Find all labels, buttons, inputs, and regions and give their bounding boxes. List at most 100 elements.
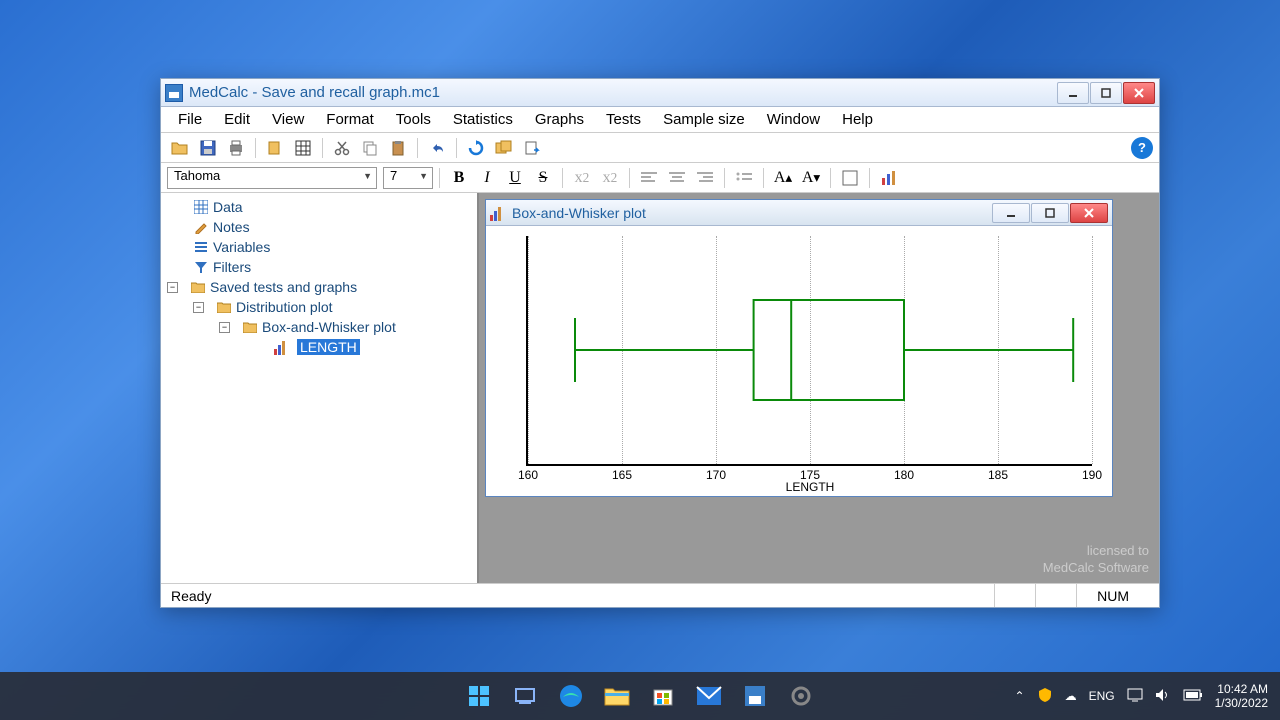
menubar: File Edit View Format Tools Statistics G… (161, 107, 1159, 133)
menu-view[interactable]: View (261, 108, 315, 131)
toolbar: ? (161, 133, 1159, 163)
child-title: Box-and-Whisker plot (512, 205, 992, 221)
taskview-icon[interactable] (505, 676, 545, 716)
cut-icon[interactable] (329, 136, 355, 160)
tree-distribution[interactable]: − Distribution plot (167, 297, 471, 317)
align-center-icon[interactable] (664, 166, 690, 190)
grid-icon (193, 199, 209, 215)
collapse-icon[interactable]: − (219, 322, 230, 333)
size-select[interactable]: 7 (383, 167, 433, 189)
security-icon[interactable] (1037, 687, 1053, 706)
font-select[interactable]: Tahoma (167, 167, 377, 189)
chart-tool-icon[interactable] (876, 166, 902, 190)
subscript-button[interactable]: x2 (569, 166, 595, 190)
export-icon[interactable] (519, 136, 545, 160)
chevron-up-icon[interactable]: ⌃ (1015, 689, 1025, 703)
list-icon[interactable] (731, 166, 757, 190)
explorer-icon[interactable] (597, 676, 637, 716)
edge-icon[interactable] (551, 676, 591, 716)
help-icon[interactable]: ? (1131, 137, 1153, 159)
funnel-icon (193, 259, 209, 275)
windows-icon[interactable] (491, 136, 517, 160)
align-right-icon[interactable] (692, 166, 718, 190)
align-left-icon[interactable] (636, 166, 662, 190)
collapse-icon[interactable]: − (167, 282, 178, 293)
tree-label: Filters (213, 259, 251, 275)
superscript-button[interactable]: x2 (597, 166, 623, 190)
close-button[interactable] (1123, 82, 1155, 104)
monitor-icon[interactable] (1127, 688, 1143, 705)
collapse-icon[interactable]: − (193, 302, 204, 313)
store-icon[interactable] (643, 676, 683, 716)
folder-icon (242, 319, 258, 335)
tree-boxwhisker[interactable]: − Box-and-Whisker plot (167, 317, 471, 337)
tree-filters[interactable]: Filters (167, 257, 471, 277)
menu-graphs[interactable]: Graphs (524, 108, 595, 131)
underline-button[interactable]: U (502, 166, 528, 190)
minimize-button[interactable] (1057, 82, 1089, 104)
volume-icon[interactable] (1155, 688, 1171, 705)
new-sheet-icon[interactable] (262, 136, 288, 160)
medcalc-icon[interactable] (735, 676, 775, 716)
menu-edit[interactable]: Edit (213, 108, 261, 131)
menu-help[interactable]: Help (831, 108, 884, 131)
menu-tests[interactable]: Tests (595, 108, 652, 131)
chart-icon (490, 205, 506, 221)
menu-samplesize[interactable]: Sample size (652, 108, 756, 131)
clock[interactable]: 10:42 AM 1/30/2022 (1215, 682, 1268, 711)
main-window: MedCalc - Save and recall graph.mc1 File… (160, 78, 1160, 608)
tick-label: 170 (706, 468, 726, 482)
decrease-font-icon[interactable]: A▾ (798, 166, 824, 190)
lines-icon (193, 239, 209, 255)
status-cell (994, 584, 1035, 607)
tree-length[interactable]: LENGTH (167, 337, 471, 357)
boxplot: 160165170175180185190LENGTH (486, 226, 1112, 496)
child-maximize-button[interactable] (1031, 203, 1069, 223)
tree-label: Data (213, 199, 243, 215)
start-button[interactable] (459, 676, 499, 716)
settings-icon[interactable] (781, 676, 821, 716)
menu-tools[interactable]: Tools (385, 108, 442, 131)
tree-notes[interactable]: Notes (167, 217, 471, 237)
table-tool-icon[interactable] (837, 166, 863, 190)
child-titlebar[interactable]: Box-and-Whisker plot (486, 200, 1112, 226)
increase-font-icon[interactable]: A▴ (770, 166, 796, 190)
tick-label: 185 (988, 468, 1008, 482)
axis-label: LENGTH (786, 480, 835, 494)
tree-label: Box-and-Whisker plot (262, 319, 396, 335)
print-icon[interactable] (223, 136, 249, 160)
tree-data[interactable]: Data (167, 197, 471, 217)
tree-saved[interactable]: − Saved tests and graphs (167, 277, 471, 297)
menu-window[interactable]: Window (756, 108, 831, 131)
mail-icon[interactable] (689, 676, 729, 716)
mdi-area: Box-and-Whisker plot 1601651701751801851… (479, 193, 1159, 583)
maximize-button[interactable] (1090, 82, 1122, 104)
save-icon[interactable] (195, 136, 221, 160)
folder-icon (216, 299, 232, 315)
language-indicator[interactable]: ENG (1089, 689, 1115, 703)
bold-button[interactable]: B (446, 166, 472, 190)
grid-icon[interactable] (290, 136, 316, 160)
child-minimize-button[interactable] (992, 203, 1030, 223)
tick-label: 190 (1082, 468, 1102, 482)
weather-icon[interactable]: ☁ (1065, 689, 1077, 703)
system-tray: ⌃ ☁ ENG 10:42 AM 1/30/2022 (1015, 682, 1268, 711)
menu-format[interactable]: Format (315, 108, 385, 131)
refresh-icon[interactable] (463, 136, 489, 160)
tree-variables[interactable]: Variables (167, 237, 471, 257)
titlebar[interactable]: MedCalc - Save and recall graph.mc1 (161, 79, 1159, 107)
license-text: licensed to MedCalc Software (1043, 543, 1149, 577)
status-cell (1035, 584, 1076, 607)
copy-icon[interactable] (357, 136, 383, 160)
child-close-button[interactable] (1070, 203, 1108, 223)
battery-icon[interactable] (1183, 689, 1203, 704)
menu-statistics[interactable]: Statistics (442, 108, 524, 131)
paste-icon[interactable] (385, 136, 411, 160)
strike-button[interactable]: S (530, 166, 556, 190)
open-icon[interactable] (167, 136, 193, 160)
italic-button[interactable]: I (474, 166, 500, 190)
statusbar: Ready NUM (161, 583, 1159, 607)
undo-icon[interactable] (424, 136, 450, 160)
folder-icon (190, 279, 206, 295)
menu-file[interactable]: File (167, 108, 213, 131)
